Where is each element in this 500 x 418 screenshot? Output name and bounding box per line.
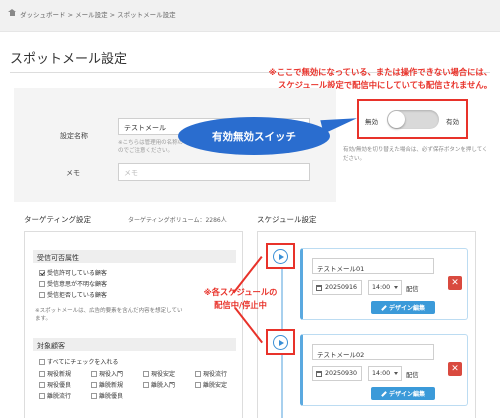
checkbox-checked-icon[interactable] <box>39 270 45 276</box>
breadcrumb: ダッシュボード > メール設定 > スポットメール設定 <box>0 0 500 32</box>
memo-label: メモ <box>66 169 80 177</box>
play-toggle-frame-2 <box>266 329 295 355</box>
design-edit-button[interactable]: デザイン編集 <box>371 387 435 400</box>
enable-toggle-switch[interactable] <box>387 110 439 129</box>
target-customers-heading: 対象顧客 <box>33 338 236 351</box>
customer-grid-row: 離脱流行 離脱優良 <box>39 391 143 400</box>
targeting-title: ターゲティング設定 <box>24 215 92 224</box>
home-icon[interactable] <box>8 9 16 16</box>
annotation-schedule: ※各スケジュールの 配信中/停止中 <box>198 286 283 312</box>
schedule-date-input[interactable]: 20250930 <box>312 366 362 381</box>
breadcrumb-text[interactable]: ダッシュボード > メール設定 > スポットメール設定 <box>20 9 176 19</box>
targeting-panel: 受信可否属性 受信許可している顧客 受信意思が不明な顧客 受信拒否している顧客 … <box>24 231 243 418</box>
pencil-icon <box>381 304 387 311</box>
annotation-schedule-line2: 配信中/停止中 <box>214 300 267 310</box>
schedule-date-input[interactable]: 20250916 <box>312 280 362 295</box>
pencil-icon <box>381 390 387 397</box>
customer-grid-row: 現役優良 離脱新規 離脱入門 離脱安定 <box>39 380 247 389</box>
schedule-name-input[interactable]: テストメール01 <box>312 258 434 274</box>
checkbox-segment[interactable]: 現役新規 <box>39 369 91 378</box>
calendar-icon <box>316 284 322 291</box>
checkbox-segment[interactable]: 離脱入門 <box>143 380 195 389</box>
memo-input[interactable]: メモ <box>118 163 310 181</box>
checkbox-segment[interactable]: 離脱優良 <box>91 391 143 400</box>
schedule-time-select[interactable]: 14:00 <box>368 366 402 381</box>
calendar-icon <box>316 370 322 377</box>
play-toggle-frame-1 <box>266 243 295 269</box>
toggle-on-label: 有効 <box>446 118 459 126</box>
checkbox-segment[interactable]: 現役優良 <box>39 380 91 389</box>
chevron-down-icon <box>394 372 398 375</box>
checkbox-segment[interactable]: 離脱新規 <box>91 380 143 389</box>
enable-toggle-frame: 無効 有効 <box>357 99 468 139</box>
delete-button[interactable]: ✕ <box>448 362 462 376</box>
delete-button[interactable]: ✕ <box>448 276 462 290</box>
checkbox-segment[interactable]: 離脱安定 <box>195 380 247 389</box>
annotation-top-line1: ※ここで無効になっている、または操作できない場合には、 <box>268 67 492 77</box>
schedule-card: テストメール02 20250930 14:00 配信 デザイン編集 ✕ <box>300 334 468 406</box>
targeting-volume: ターゲティングボリューム：2286人 <box>128 217 227 224</box>
play-icon[interactable] <box>273 335 288 350</box>
checkbox-icon[interactable] <box>39 359 45 365</box>
checkbox-receive-allowed[interactable]: 受信許可している顧客 <box>39 268 107 277</box>
chevron-down-icon <box>394 286 398 289</box>
schedule-action-label: 配信 <box>406 372 419 379</box>
schedule-time-select[interactable]: 14:00 <box>368 280 402 295</box>
annotation-schedule-line1: ※各スケジュールの <box>203 287 278 297</box>
customer-grid-row: 現役新規 現役入門 現役安定 現役流行 <box>39 369 247 378</box>
schedule-action-label: 配信 <box>406 286 419 293</box>
checkbox-check-all[interactable]: すべてにチェックを入れる <box>39 357 118 366</box>
play-icon[interactable] <box>273 249 288 264</box>
checkbox-receive-unknown[interactable]: 受信意思が不明な顧客 <box>39 279 107 288</box>
checkbox-segment[interactable]: 現役流行 <box>195 369 247 378</box>
schedule-title: スケジュール設定 <box>257 215 317 224</box>
name-label: 設定名称 <box>60 132 88 140</box>
receive-attr-heading: 受信可否属性 <box>33 250 236 263</box>
design-edit-button[interactable]: デザイン編集 <box>371 301 435 314</box>
checkbox-segment[interactable]: 現役入門 <box>91 369 143 378</box>
page-title: スポットメール設定 <box>10 52 128 67</box>
toggle-off-label: 無効 <box>365 118 378 126</box>
schedule-card: テストメール01 20250916 14:00 配信 デザイン編集 ✕ <box>300 248 468 320</box>
schedule-name-input[interactable]: テストメール02 <box>312 344 434 360</box>
toggle-note: 有効/無効を切り替えた場合は、必ず保存ボタンを押してください。 <box>343 147 488 162</box>
toggle-callout-bubble: 有効無効スイッチ <box>178 117 330 155</box>
toggle-knob[interactable] <box>388 111 405 128</box>
checkbox-segment[interactable]: 離脱流行 <box>39 391 91 400</box>
checkbox-icon[interactable] <box>39 292 45 298</box>
checkbox-icon[interactable] <box>39 281 45 287</box>
checkbox-receive-rejected[interactable]: 受信拒否している顧客 <box>39 290 107 299</box>
checkbox-segment[interactable]: 現役安定 <box>143 369 195 378</box>
